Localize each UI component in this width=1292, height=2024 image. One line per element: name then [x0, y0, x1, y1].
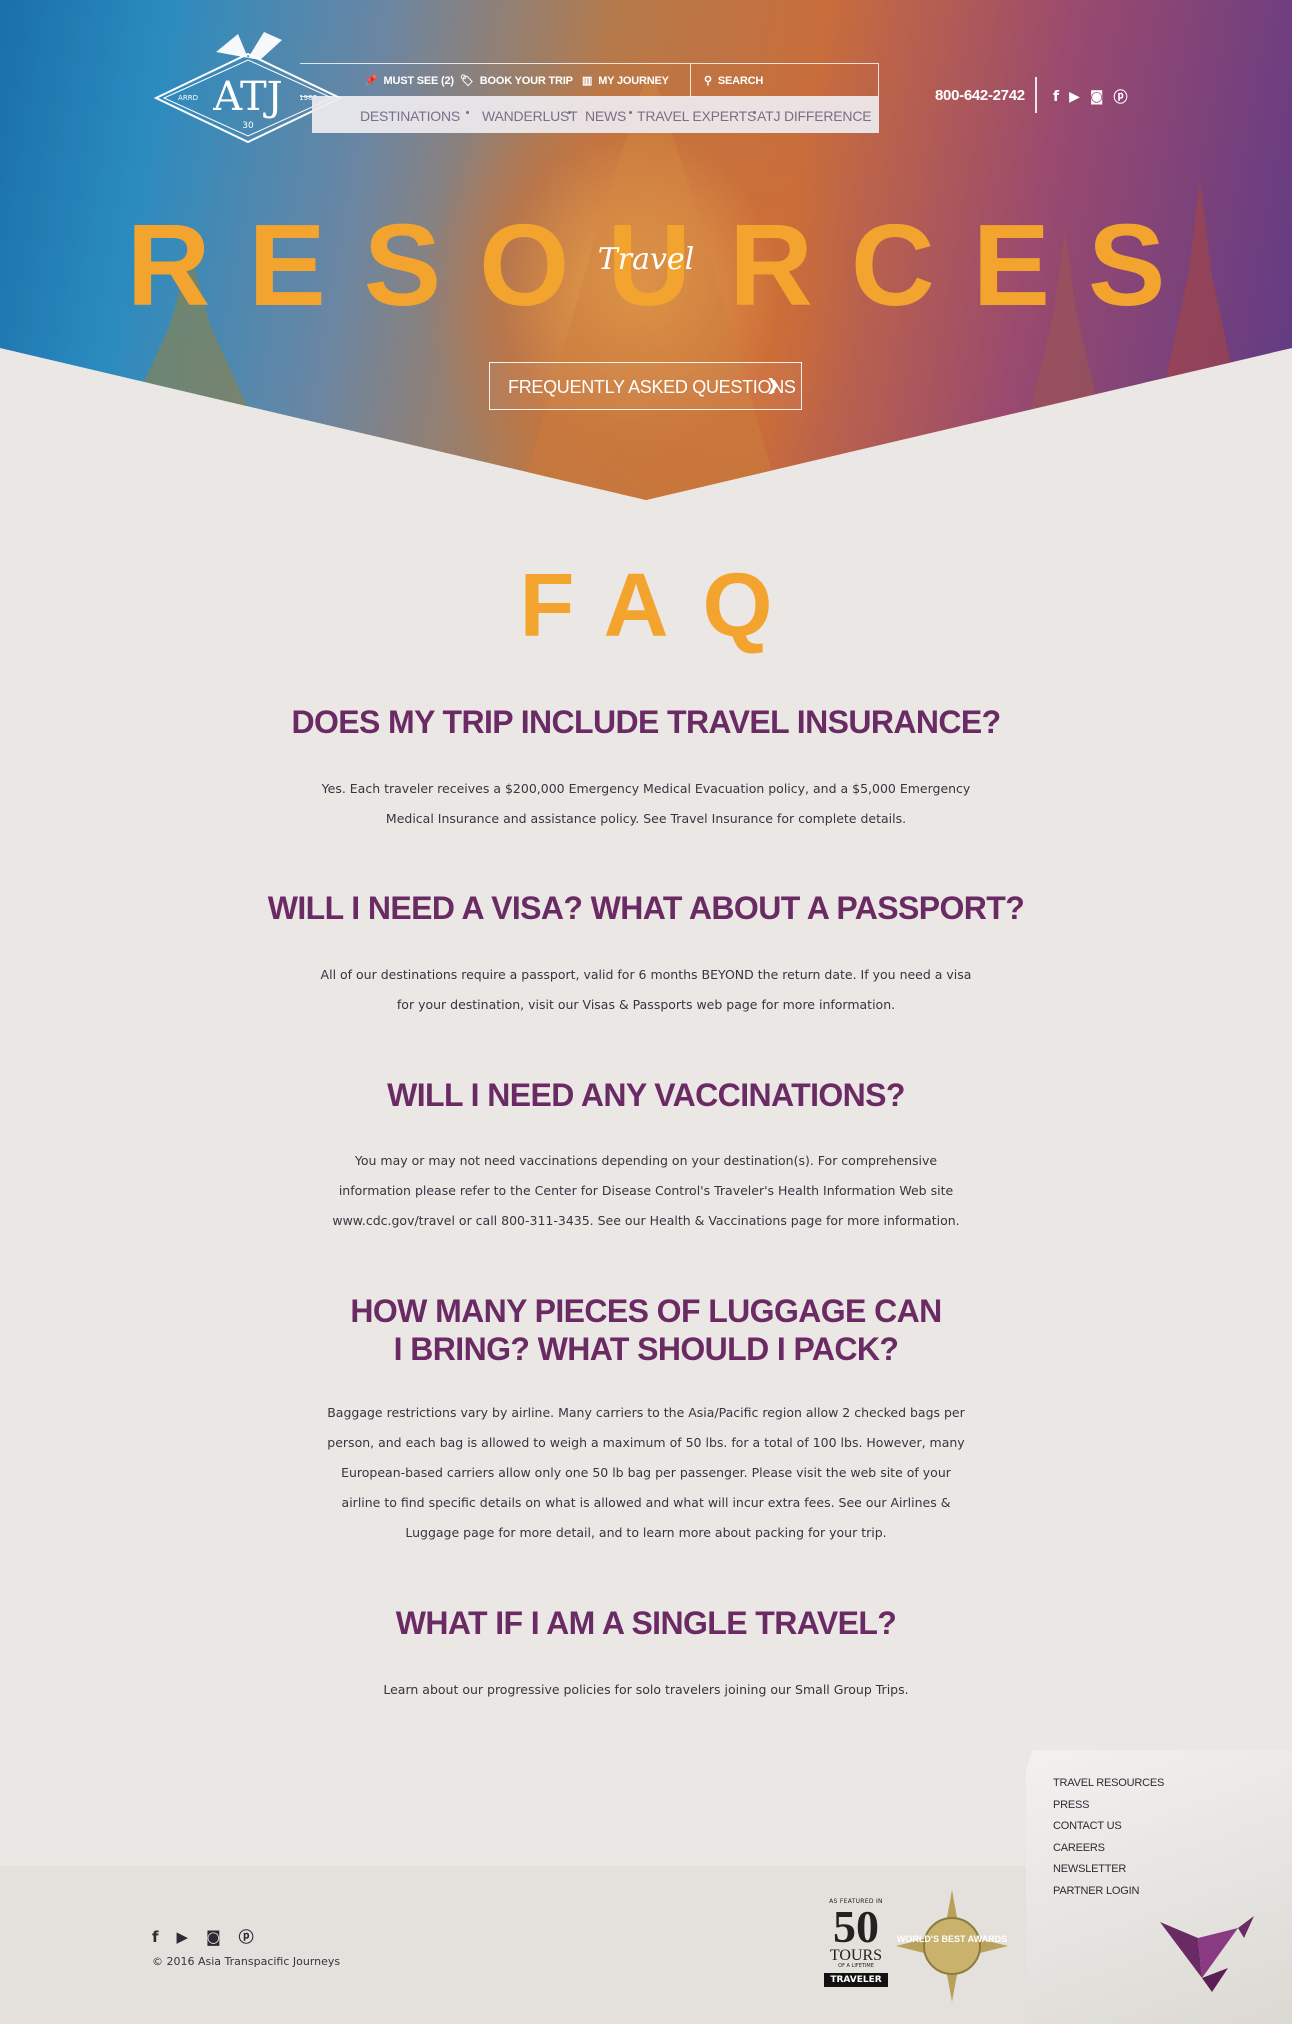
facebook-icon[interactable]: f	[152, 1928, 159, 1946]
chevron-down-icon: ❯	[766, 375, 780, 394]
faq-question: WILL I NEED A VISA? WHAT ABOUT A PASSPOR…	[267, 890, 1025, 926]
svg-text:30: 30	[242, 121, 254, 131]
search-link[interactable]: ⚲ SEARCH	[704, 74, 763, 88]
footer-link-travel-resources[interactable]: TRAVEL RESOURCES	[1053, 1773, 1164, 1795]
must-see-link[interactable]: 📌 MUST SEE (2)	[364, 74, 454, 88]
phone-number[interactable]: 800-642-2742	[935, 87, 1025, 104]
book-your-trip-link[interactable]: 🏷 BOOK YOUR TRIP	[460, 74, 573, 88]
faq-answer: Baggage restrictions vary by airline. Ma…	[327, 1405, 965, 1540]
instagram-icon[interactable]: ◙	[206, 1928, 221, 1946]
nav-destinations[interactable]: DESTINATIONS	[360, 108, 460, 124]
nav-travel-experts[interactable]: TRAVEL EXPERTS	[637, 108, 756, 124]
faq-answer: You may or may not need vaccinations dep…	[332, 1153, 960, 1228]
footer-social: f ▶ ◙ ⓟ	[152, 1926, 254, 1947]
header-divider	[1035, 77, 1037, 113]
footer-links: TRAVEL RESOURCES PRESS CONTACT US CAREER…	[1053, 1773, 1164, 1902]
hero-script: Travel	[597, 242, 695, 277]
copyright: © 2016 Asia Transpacific Journeys	[152, 1955, 341, 1968]
faq-answer: Learn about our progressive policies for…	[383, 1682, 909, 1697]
faq-question: WILL I NEED ANY VACCINATIONS?	[387, 1077, 905, 1113]
faq-question: DOES MY TRIP INCLUDE TRAVEL INSURANCE?	[291, 704, 1001, 740]
youtube-icon[interactable]: ▶	[1069, 89, 1080, 105]
footer-link-newsletter[interactable]: NEWSLETTER	[1053, 1859, 1164, 1881]
faq-question: HOW MANY PIECES OF LUGGAGE CAN I BRING? …	[350, 1293, 942, 1367]
faq-answer: All of our destinations require a passpo…	[320, 967, 972, 1012]
nav-wanderlust[interactable]: WANDERLUST	[482, 108, 578, 124]
main-navigation: 📌 MUST SEE (2) 🏷 BOOK YOUR TRIP ▥ MY JOU…	[300, 63, 879, 133]
nav-dot	[568, 111, 571, 114]
footer-link-partner-login[interactable]: PARTNER LOGIN	[1053, 1881, 1164, 1903]
search-icon: ⚲	[704, 75, 712, 87]
faq-question: WHAT IF I AM A SINGLE TRAVEL?	[395, 1605, 897, 1641]
faq-answer: Yes. Each traveler receives a $200,000 E…	[321, 781, 971, 826]
tag-icon: 🏷	[460, 75, 474, 87]
faq-title: FAQ	[519, 556, 807, 656]
pinterest-icon[interactable]: ⓟ	[239, 1926, 254, 1947]
footer-link-careers[interactable]: CAREERS	[1053, 1838, 1164, 1860]
header-social: f ▶ ◙ ⓟ	[1053, 87, 1127, 107]
nav-dot	[466, 111, 469, 114]
svg-text:ATJ: ATJ	[212, 74, 282, 120]
nav-dot	[753, 111, 756, 114]
faq-dropdown[interactable]: FREQUENTLY ASKED QUESTIONS ❯	[489, 362, 802, 410]
map-icon: ▥	[582, 75, 593, 87]
instagram-icon[interactable]: ◙	[1090, 89, 1104, 105]
utility-nav: 📌 MUST SEE (2) 🏷 BOOK YOUR TRIP ▥ MY JOU…	[300, 63, 879, 98]
nav-dot	[629, 111, 632, 114]
footer-link-press[interactable]: PRESS	[1053, 1795, 1164, 1817]
worlds-best-award-badge: WORLD'S BEST AWARDS	[896, 1890, 1008, 2002]
my-journey-link[interactable]: ▥ MY JOURNEY	[582, 74, 669, 88]
pin-icon: 📌	[364, 75, 378, 87]
fifty-tours-badge: AS FEATURED IN 50 TOURS OF A LIFETIME TR…	[824, 1898, 888, 1998]
nav-atj-difference[interactable]: ATJ DIFFERENCE	[757, 108, 872, 124]
pinterest-icon[interactable]: ⓟ	[1113, 87, 1127, 107]
dropdown-label: FREQUENTLY ASKED QUESTIONS	[508, 377, 796, 397]
compass-star-icon	[896, 1890, 1008, 2002]
nav-news[interactable]: NEWS	[585, 108, 626, 124]
footer-link-contact-us[interactable]: CONTACT US	[1053, 1816, 1164, 1838]
origami-bird-icon	[1160, 1916, 1254, 1992]
facebook-icon[interactable]: f	[1053, 89, 1059, 105]
nav-separator	[690, 64, 691, 98]
primary-nav: DESTINATIONS WANDERLUST NEWS TRAVEL EXPE…	[312, 97, 879, 133]
svg-text:ARRD: ARRD	[178, 94, 198, 102]
youtube-icon[interactable]: ▶	[177, 1928, 189, 1946]
